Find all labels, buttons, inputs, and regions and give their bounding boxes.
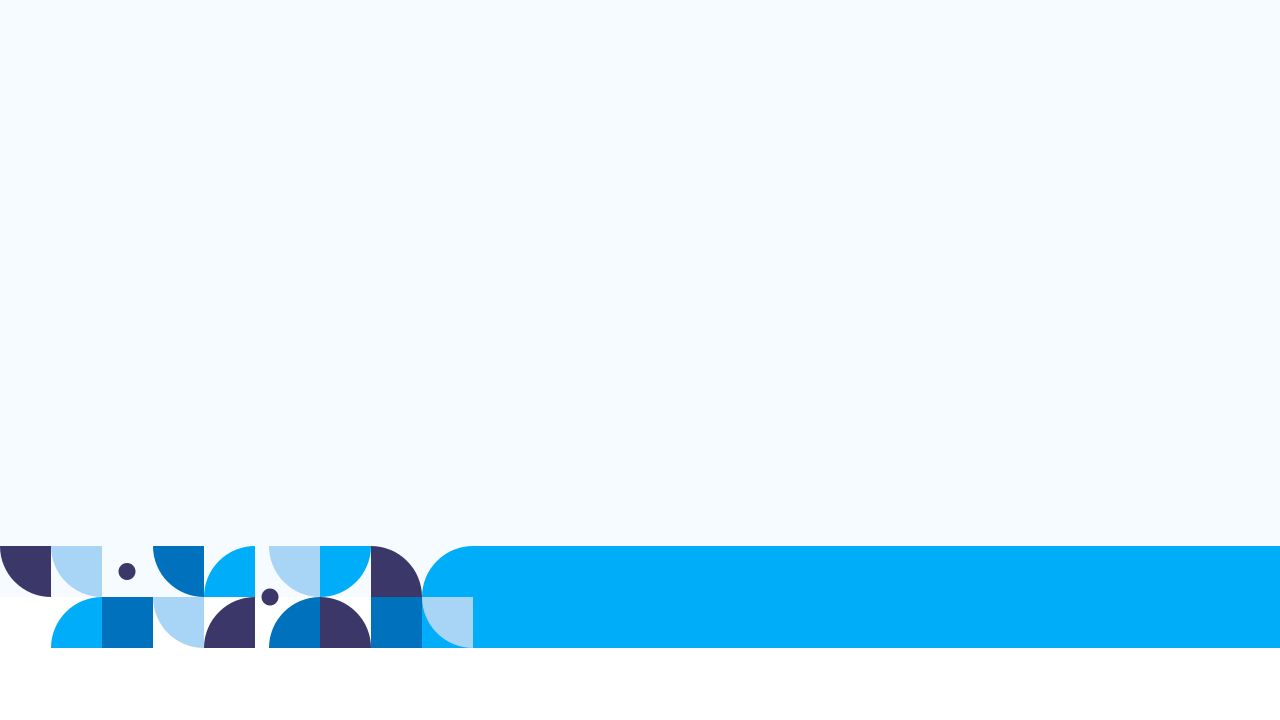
- slide-page: [0, 0, 1280, 720]
- dot-middle: [261, 588, 279, 606]
- dot-top: [118, 563, 136, 580]
- footer-geometric-pattern: [0, 546, 1280, 648]
- tile-top-5: [204, 546, 255, 597]
- footer-bar: [422, 546, 1280, 648]
- tile-top-8: [320, 546, 371, 597]
- tile-top-9: [371, 546, 422, 597]
- tile-bottom-7: [371, 597, 422, 648]
- tile-top-4: [153, 546, 204, 597]
- tile-top-2: [51, 546, 102, 597]
- tile-bottom-2: [102, 597, 153, 648]
- pattern-svg: [0, 546, 1280, 648]
- main-panel: [0, 0, 1280, 597]
- tile-top-7: [269, 546, 320, 597]
- tile-top-1: [0, 546, 51, 597]
- bottom-strip: [0, 648, 1280, 720]
